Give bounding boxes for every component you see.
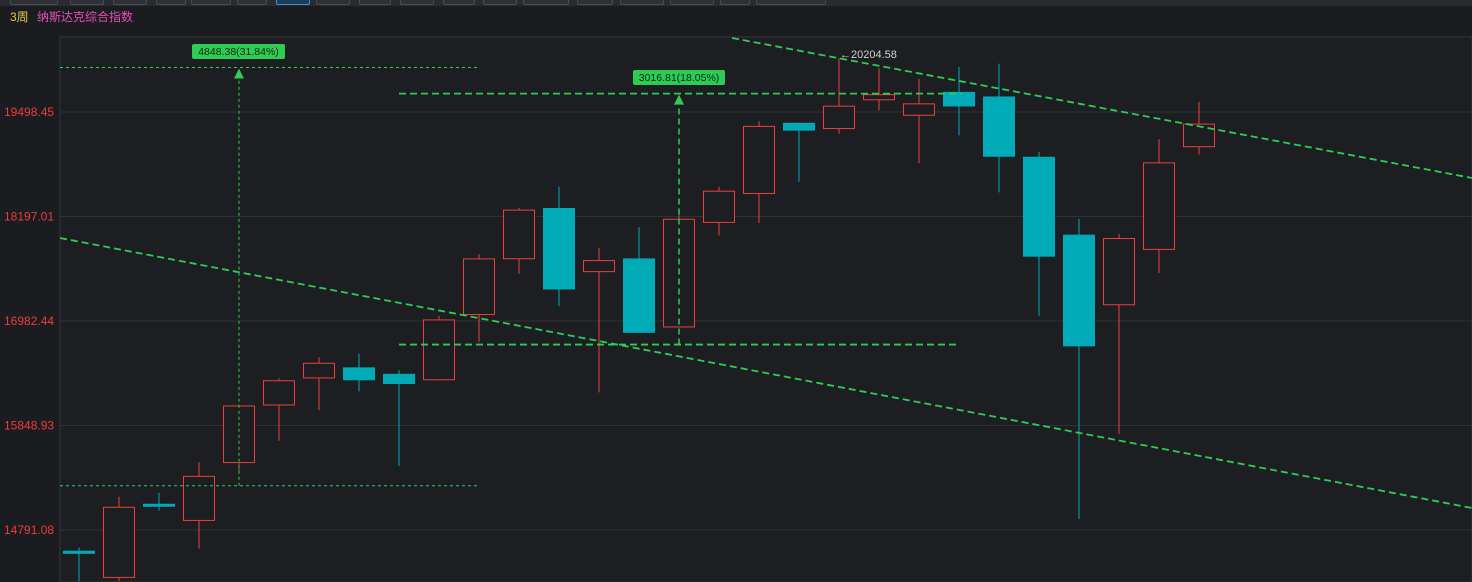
y-axis-label: 19498.45 [4, 105, 54, 119]
candle-body-down [983, 96, 1015, 157]
candle-body-down [623, 258, 655, 333]
candle-body-down [383, 373, 415, 384]
candle-body-up [423, 319, 455, 381]
toolbar-period-button-14[interactable] [620, 0, 664, 5]
toolbar-period-button-3[interactable] [156, 0, 186, 5]
chart-title-bar: 3周 纳斯达克综合指数 [0, 6, 1472, 28]
y-axis-label: 14791.08 [4, 523, 54, 537]
toolbar-period-button-5[interactable] [237, 0, 267, 5]
candle-body-down [1023, 156, 1055, 257]
y-axis-label: 16982.44 [4, 314, 54, 328]
candle-body-down [943, 91, 975, 107]
candle-body-up [903, 103, 935, 116]
candle-body-up [463, 258, 495, 315]
candle-body-up [743, 125, 775, 194]
toolbar-period-button-15[interactable] [670, 0, 714, 5]
period-label[interactable]: 3周 [10, 6, 29, 28]
toolbar-period-button-0[interactable] [10, 0, 58, 5]
candle-body-up [1183, 123, 1215, 148]
high-price-label: ←20204.58 [840, 49, 897, 61]
toolbar-period-button-17[interactable] [756, 0, 826, 5]
candle-body-down [543, 207, 575, 290]
candle-body-up [823, 105, 855, 130]
candle-body-up [1103, 238, 1135, 306]
toolbar-period-button-10[interactable] [443, 0, 475, 5]
candle-body-down [783, 122, 815, 131]
plot-area [59, 36, 1472, 582]
candle-body-down [63, 550, 95, 554]
toolbar-period-button-4[interactable] [191, 0, 231, 5]
y-axis-label: 18197.01 [4, 210, 54, 224]
candle-body-down [343, 367, 375, 381]
toolbar-period-button-12[interactable] [523, 0, 569, 5]
toolbar-period-button-7[interactable] [316, 0, 350, 5]
toolbar-period-button-1[interactable] [70, 0, 104, 5]
toolbar-period-button-16[interactable] [720, 0, 750, 5]
candle-body-up [863, 94, 895, 101]
measure2-label: 3016.81(18.05%) [639, 72, 720, 84]
candle-body-up [263, 380, 295, 406]
measure1-label: 4848.38(31.84%) [198, 46, 279, 58]
candle-body-up [303, 362, 335, 379]
candlestick-chart[interactable]: 19498.45 18197.01 16982.44 15848.93 14791.08… [0, 28, 1472, 582]
candle-body-down [143, 503, 175, 507]
toolbar-period-button-2[interactable] [113, 0, 147, 5]
y-axis-label: 15848.93 [4, 418, 54, 432]
candle-body-up [183, 475, 215, 521]
toolbar-period-button-9[interactable] [400, 0, 434, 5]
toolbar-period-button-8[interactable] [359, 0, 391, 5]
candle-body-down [1063, 234, 1095, 347]
toolbar-period-button-6[interactable] [276, 0, 310, 5]
candle-body-up [583, 260, 615, 273]
candle-body-up [103, 506, 135, 578]
toolbar-period-button-13[interactable] [577, 0, 613, 5]
toolbar-period-button-11[interactable] [483, 0, 517, 5]
candle-body-up [503, 209, 535, 260]
candle-body-up [1143, 162, 1175, 250]
index-name-label: 纳斯达克综合指数 [37, 10, 134, 24]
candle-body-up [703, 190, 735, 223]
